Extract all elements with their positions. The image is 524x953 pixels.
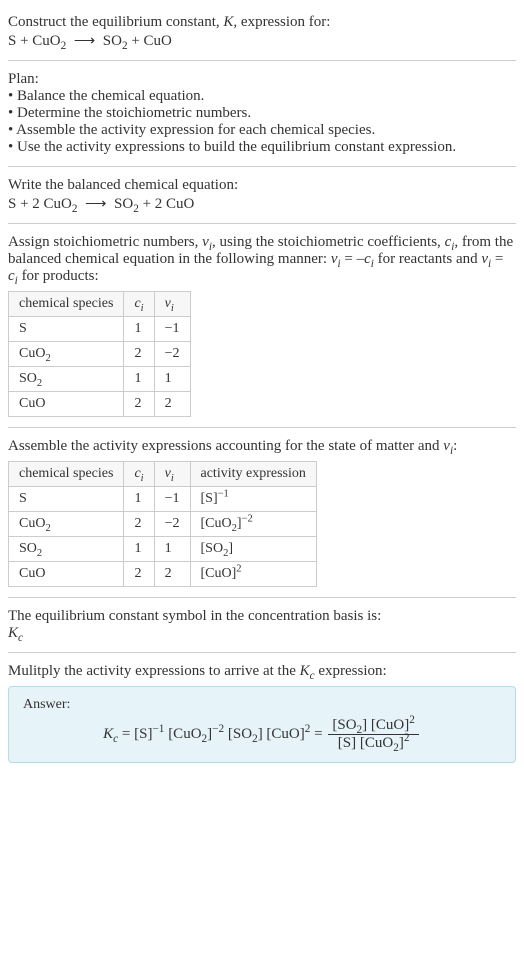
col-vi: νi <box>154 462 190 487</box>
multiply-section: Mulitply the activity expressions to arr… <box>8 663 516 680</box>
table-row: SO2 1 1 <box>9 367 191 392</box>
balanced-section: Write the balanced chemical equation: S … <box>8 177 516 213</box>
answer-fraction: [SO2] [CuO]2 [S] [CuO2]2 <box>328 717 419 752</box>
balanced-equation: S + 2 CuO2 ⟶ SO2 + 2 CuO <box>8 194 516 213</box>
col-species: chemical species <box>9 462 124 487</box>
divider <box>8 652 516 653</box>
activity-section: Assemble the activity expressions accoun… <box>8 438 516 587</box>
multiply-text: Mulitply the activity expressions to arr… <box>8 663 516 680</box>
plan-item: • Determine the stoichiometric numbers. <box>8 105 516 122</box>
table-header-row: chemical species ci νi <box>9 292 191 317</box>
plan-item: • Balance the chemical equation. <box>8 88 516 105</box>
table-row: S 1 −1 <box>9 317 191 342</box>
divider <box>8 60 516 61</box>
col-ci: ci <box>124 462 154 487</box>
divider <box>8 166 516 167</box>
divider <box>8 223 516 224</box>
activity-text: Assemble the activity expressions accoun… <box>8 438 516 455</box>
table-header-row: chemical species ci νi activity expressi… <box>9 462 317 487</box>
header-equation: S + CuO2 ⟶ SO2 + CuO <box>8 31 516 50</box>
symbol-line2: Kc <box>8 625 516 642</box>
answer-denominator: [S] [CuO2]2 <box>328 735 419 752</box>
col-activity: activity expression <box>190 462 316 487</box>
table-row: S 1 −1 [S]−1 <box>9 487 317 512</box>
answer-box: Answer: Kc = [S]−1 [CuO2]−2 [SO2] [CuO]2… <box>8 686 516 763</box>
table-row: CuO2 2 −2 [CuO2]−2 <box>9 512 317 537</box>
stoich-section: Assign stoichiometric numbers, νi, using… <box>8 234 516 417</box>
plan-item: • Assemble the activity expression for e… <box>8 122 516 139</box>
divider <box>8 427 516 428</box>
balanced-title: Write the balanced chemical equation: <box>8 177 516 194</box>
plan-section: Plan: • Balance the chemical equation. •… <box>8 71 516 156</box>
divider <box>8 597 516 598</box>
col-species: chemical species <box>9 292 124 317</box>
answer-lhs: Kc = [S]−1 [CuO2]−2 [SO2] [CuO]2 = <box>103 726 326 742</box>
col-ci: ci <box>124 292 154 317</box>
symbol-line1: The equilibrium constant symbol in the c… <box>8 608 516 625</box>
header: Construct the equilibrium constant, K, e… <box>8 14 516 50</box>
plan-title: Plan: <box>8 71 516 88</box>
activity-table: chemical species ci νi activity expressi… <box>8 461 317 587</box>
table-row: CuO2 2 −2 <box>9 342 191 367</box>
answer-label: Answer: <box>23 697 501 713</box>
stoich-text: Assign stoichiometric numbers, νi, using… <box>8 234 516 285</box>
stoich-table: chemical species ci νi S 1 −1 CuO2 2 −2 … <box>8 291 191 417</box>
col-vi: νi <box>154 292 190 317</box>
answer-equation: Kc = [S]−1 [CuO2]−2 [SO2] [CuO]2 = [SO2]… <box>23 717 501 752</box>
table-row: SO2 1 1 [SO2] <box>9 537 317 562</box>
header-line1: Construct the equilibrium constant, K, e… <box>8 14 516 31</box>
table-row: CuO 2 2 <box>9 392 191 417</box>
symbol-section: The equilibrium constant symbol in the c… <box>8 608 516 642</box>
plan-item: • Use the activity expressions to build … <box>8 139 516 156</box>
table-row: CuO 2 2 [CuO]2 <box>9 562 317 587</box>
